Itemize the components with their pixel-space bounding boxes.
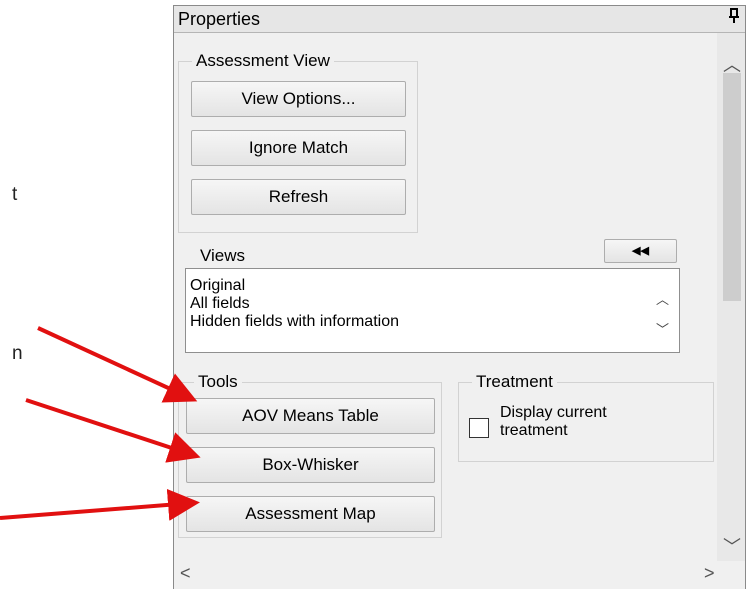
views-list[interactable]: Original All fields Hidden fields with i… — [185, 268, 680, 353]
clipped-text-fragment-2: n — [12, 343, 23, 364]
display-current-treatment-checkbox[interactable] — [469, 418, 489, 438]
view-options-button[interactable]: View Options... — [191, 81, 406, 117]
pin-icon[interactable] — [729, 8, 739, 29]
list-item[interactable]: All fields — [190, 295, 250, 313]
views-label: Views — [196, 246, 250, 266]
properties-panel: Properties Assessment View View Options.… — [173, 5, 746, 589]
clipped-text-fragment-1: t — [12, 184, 18, 205]
box-whisker-button[interactable]: Box-Whisker — [186, 447, 435, 483]
treatment-label: Treatment — [472, 372, 557, 392]
vertical-scrollbar[interactable]: ︿ ﹀ — [717, 33, 745, 561]
scroll-left-icon[interactable]: < — [180, 563, 191, 584]
panel-title: Properties — [178, 9, 261, 29]
list-scroll-up-icon[interactable]: ︿ — [656, 289, 669, 308]
ignore-match-button[interactable]: Ignore Match — [191, 130, 406, 166]
scrollbar-thumb[interactable] — [723, 73, 741, 301]
panel-titlebar: Properties — [174, 6, 745, 33]
refresh-button[interactable]: Refresh — [191, 179, 406, 215]
arrow-to-box-whisker — [25, 398, 201, 463]
scroll-right-icon[interactable]: > — [704, 563, 715, 584]
list-item[interactable]: Hidden fields with information — [190, 313, 399, 331]
collapse-views-button[interactable]: ◀◀ — [604, 239, 677, 263]
horizontal-scrollbar[interactable]: < > — [174, 560, 717, 589]
tools-label: Tools — [194, 372, 242, 392]
assessment-map-button[interactable]: Assessment Map — [186, 496, 435, 532]
arrow-to-aov-means-table — [37, 326, 198, 403]
list-item[interactable]: Original — [190, 277, 245, 295]
assessment-view-label: Assessment View — [192, 51, 334, 71]
list-scroll-down-icon[interactable]: ﹀ — [656, 319, 669, 338]
display-current-treatment-label: Display current treatment — [500, 404, 607, 439]
arrow-to-assessment-map — [0, 488, 200, 521]
aov-means-table-button[interactable]: AOV Means Table — [186, 398, 435, 434]
scroll-down-icon[interactable]: ﹀ — [723, 533, 741, 559]
